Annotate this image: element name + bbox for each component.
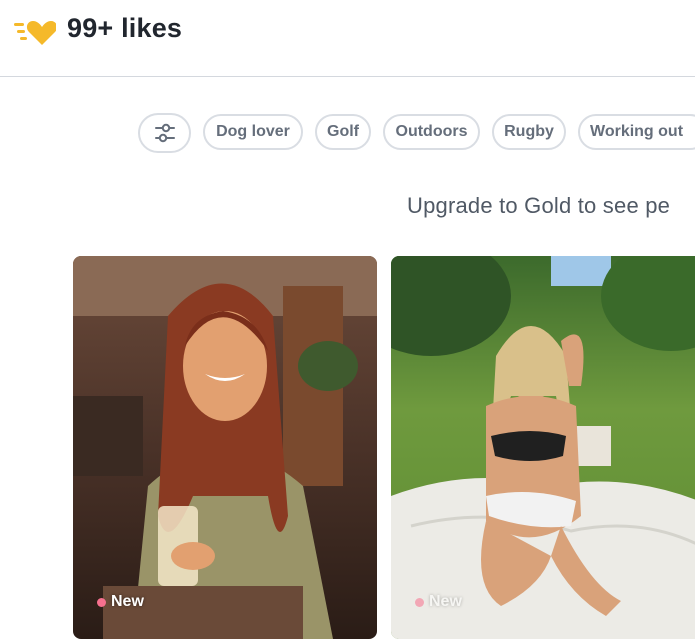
likes-page: 99+ likes Dog lover Golf Outdoors Rugby …	[0, 0, 695, 639]
upgrade-gold-message: Upgrade to Gold to see pe	[407, 193, 671, 218]
sliders-icon	[154, 123, 175, 143]
interest-chip-golf[interactable]: Golf	[315, 114, 371, 150]
likes-header: 99+ likes	[0, 0, 695, 77]
profile-photo	[73, 256, 377, 639]
new-badge-label: New	[111, 593, 144, 610]
interest-chip-outdoors[interactable]: Outdoors	[383, 114, 480, 150]
gold-heart-icon	[14, 21, 56, 45]
new-badge-label: New	[429, 593, 462, 610]
interest-chip-rugby[interactable]: Rugby	[492, 114, 566, 150]
interest-filter-bar: Dog lover Golf Outdoors Rugby Working ou…	[0, 113, 695, 154]
profile-photo	[391, 256, 695, 639]
like-card[interactable]: New	[391, 256, 695, 639]
interest-chip-working-out[interactable]: Working out	[578, 114, 695, 150]
interest-chip-dog-lover[interactable]: Dog lover	[203, 114, 303, 150]
new-dot-icon	[415, 597, 424, 607]
likes-count-title: 99+ likes	[67, 13, 183, 43]
new-badge: New	[415, 593, 462, 611]
filter-button[interactable]	[138, 113, 191, 153]
like-card[interactable]: New	[73, 256, 377, 639]
new-dot-icon	[97, 597, 106, 607]
new-badge: New	[97, 593, 144, 611]
